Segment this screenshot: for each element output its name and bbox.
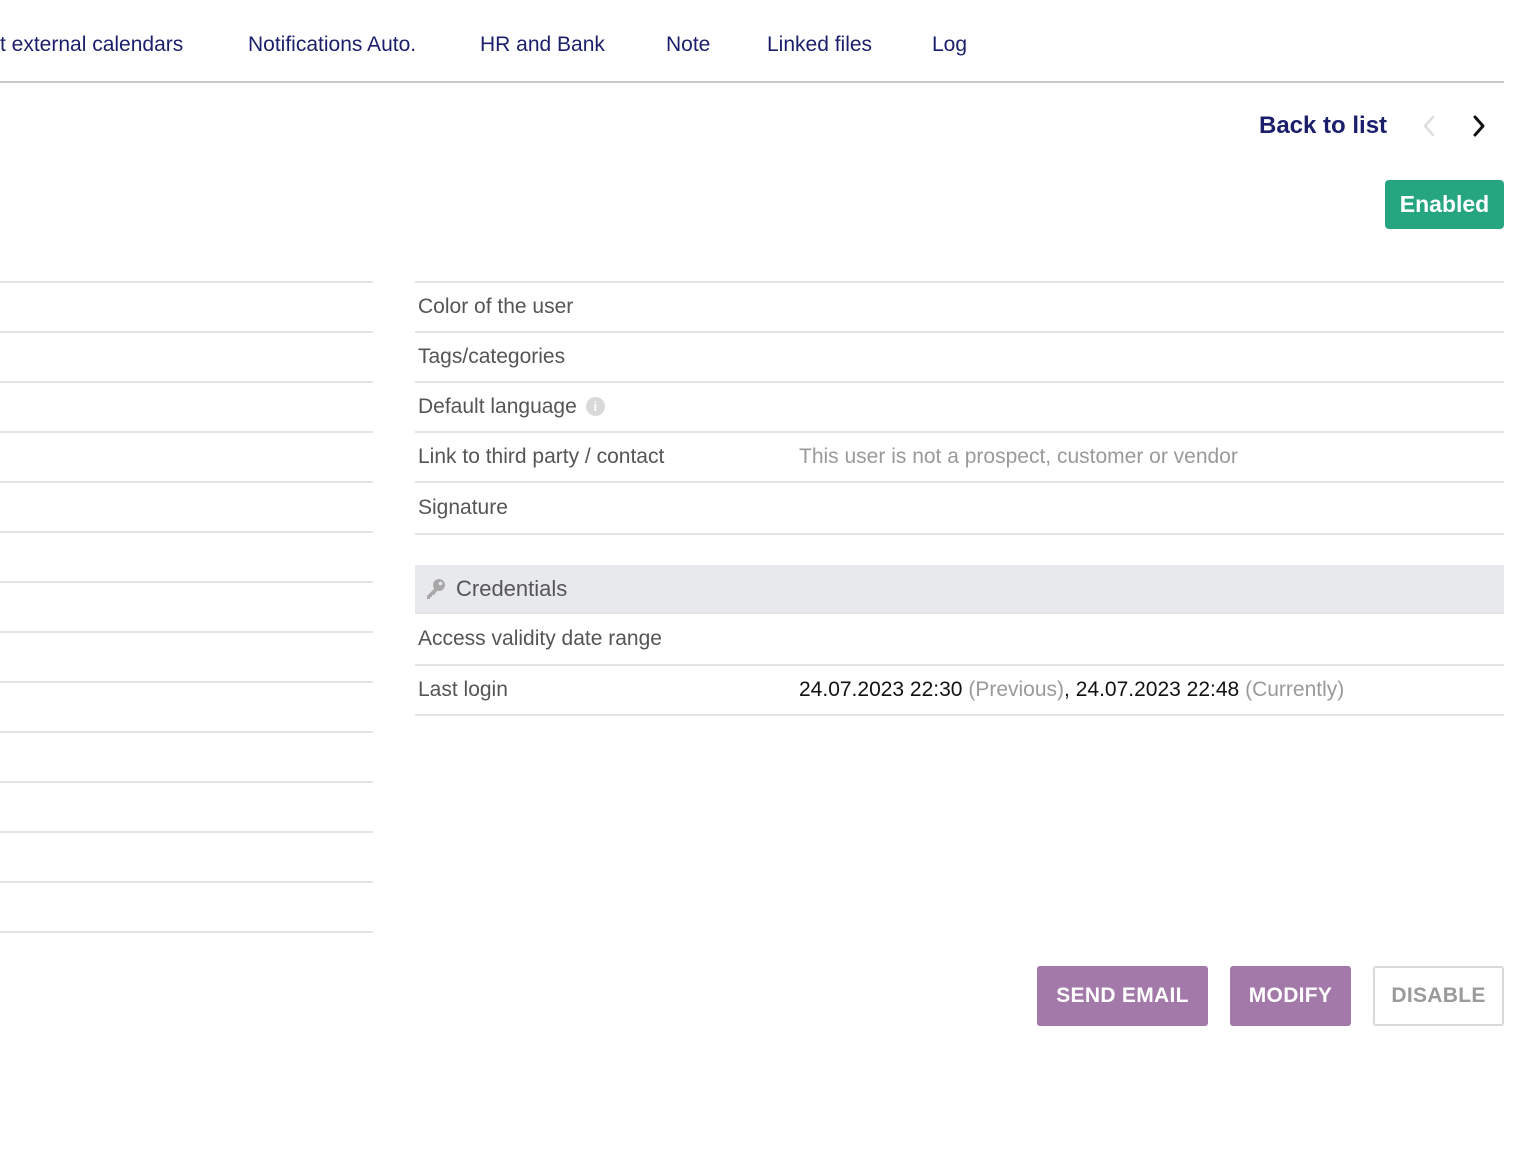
last-login-current: 24.07.2023 22:48 [1075,678,1240,701]
left-row [0,731,373,781]
last-login-separator: , [1064,678,1070,701]
field-value-last-login: 24.07.2023 22:30 (Previous), 24.07.2023 … [799,678,1344,702]
field-table-end [415,533,1504,535]
left-row [0,581,373,631]
tab-hr-and-bank[interactable]: HR and Bank [480,30,605,60]
field-label-language: Default language [418,395,577,418]
field-row-access-validity: Access validity date range [415,614,1504,664]
left-field-table [0,281,373,933]
field-row-color: Color of the user [415,281,1504,331]
tab-log[interactable]: Log [932,30,967,60]
tab-note[interactable]: Note [666,30,710,60]
last-login-previous-tag: (Previous) [968,678,1065,701]
last-login-previous: 24.07.2023 22:30 [799,678,963,701]
field-label-signature: Signature [418,496,508,519]
chevron-right-icon [1473,115,1485,137]
left-row [0,831,373,881]
tab-notifications-auto[interactable]: Notifications Auto. [248,30,416,60]
user-field-table: Color of the user Tags/categories Defaul… [415,281,1504,535]
back-to-list-link[interactable]: Back to list [1259,110,1387,142]
chevron-left-icon[interactable] [1416,110,1442,142]
field-label-language-wrap: Default language i [418,395,605,419]
send-email-button[interactable]: SEND EMAIL [1037,966,1208,1026]
field-row-third-party: Link to third party / contact This user … [415,431,1504,481]
last-login-current-tag: (Currently) [1245,678,1345,701]
field-label-tags: Tags/categories [418,345,566,368]
left-row [0,631,373,681]
left-row-end [0,931,373,933]
field-row-signature: Signature [415,481,1504,533]
credentials-header: Credentials [415,565,1504,614]
credentials-table-end [415,714,1504,716]
left-row [0,531,373,581]
field-row-language: Default language i [415,381,1504,431]
left-row [0,381,373,431]
tab-linked-files[interactable]: Linked files [767,30,872,60]
left-row [0,681,373,731]
field-value-third-party: This user is not a prospect, customer or… [799,445,1238,468]
chevron-left-icon [1423,115,1435,137]
left-row [0,281,373,331]
field-row-last-login: Last login 24.07.2023 22:30 (Previous), … [415,664,1504,714]
chevron-right-icon[interactable] [1466,110,1492,142]
left-row [0,781,373,831]
left-row [0,331,373,381]
field-label-access-validity: Access validity date range [418,627,662,650]
left-row [0,881,373,931]
credentials-table: Access validity date range Last login 24… [415,614,1504,716]
tab-bar: t external calendars Notifications Auto.… [0,0,1504,83]
left-row [0,481,373,531]
left-row [0,431,373,481]
field-label-last-login: Last login [418,678,508,701]
key-icon [427,578,445,599]
field-label-third-party: Link to third party / contact [418,445,665,468]
field-label-color: Color of the user [418,295,574,318]
tab-external-calendars[interactable]: t external calendars [0,30,183,60]
field-row-tags: Tags/categories [415,331,1504,381]
disable-button[interactable]: DISABLE [1373,966,1504,1026]
credentials-title: Credentials [456,575,568,601]
info-icon[interactable]: i [585,396,605,416]
status-badge: Enabled [1385,180,1504,229]
modify-button[interactable]: MODIFY [1230,966,1351,1026]
